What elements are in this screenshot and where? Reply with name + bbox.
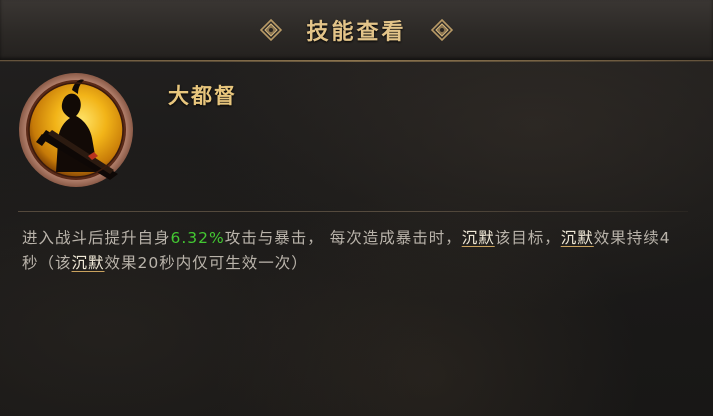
skill-description: 进入战斗后提升自身6.32%攻击与暴击， 每次造成暴击时，沉默该目标，沉默效果持…: [22, 226, 672, 276]
keyword-silence[interactable]: 沉默: [72, 254, 105, 272]
desc-text: 进入战斗后提升自身: [22, 229, 171, 247]
title-bar: 技能查看: [0, 0, 713, 60]
right-diamond-ornament-icon: [430, 19, 453, 41]
page-title: 技能查看: [306, 20, 407, 45]
left-diamond-ornament-icon: [260, 19, 283, 41]
desc-text: 攻击与暴击， 每次造成暴击时，: [224, 229, 462, 247]
skill-name: 大都督: [168, 84, 237, 108]
skill-icon: [19, 73, 133, 187]
keyword-silence[interactable]: 沉默: [561, 229, 594, 247]
desc-text: 效果20秒内仅可生效一次）: [104, 254, 308, 272]
skill-view-panel: 技能查看 大都督 进入战斗后提升自身6.32%攻击与暴击， 每次造成暴击时，沉默…: [0, 0, 713, 416]
keyword-silence[interactable]: 沉默: [462, 229, 495, 247]
desc-text: 该目标，: [494, 229, 561, 247]
section-divider: [18, 211, 688, 212]
header-divider: [0, 60, 713, 62]
effect-value: 6.32%: [170, 229, 225, 247]
